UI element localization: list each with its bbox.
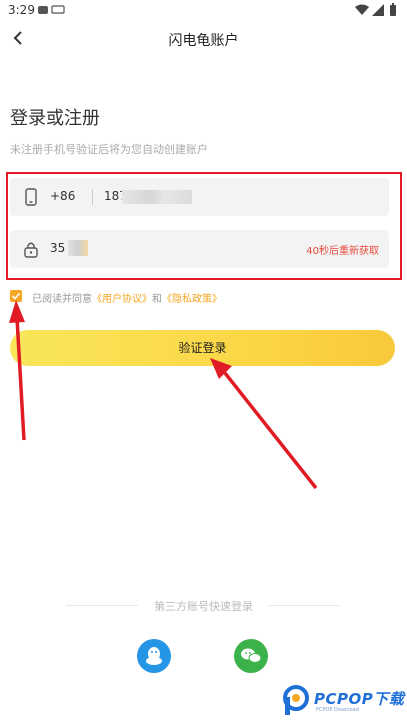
arrow-to-checkbox (9, 300, 26, 441)
site-watermark: PCPOP下载 PCPOP Download (282, 682, 407, 720)
pcpop-logo-icon (283, 685, 309, 715)
qq-login-button[interactable] (137, 639, 171, 673)
wechat-icon (241, 648, 262, 663)
arrow-to-login-button (210, 358, 318, 490)
qq-icon (146, 647, 162, 665)
third-party-login-label: 第三方账号快速登录 (154, 600, 253, 613)
divider-right (268, 605, 340, 606)
watermark-sub: PCPOP Download (316, 707, 359, 713)
watermark-brand: PCPOP下载 (314, 690, 405, 708)
wechat-login-button[interactable] (234, 639, 268, 673)
